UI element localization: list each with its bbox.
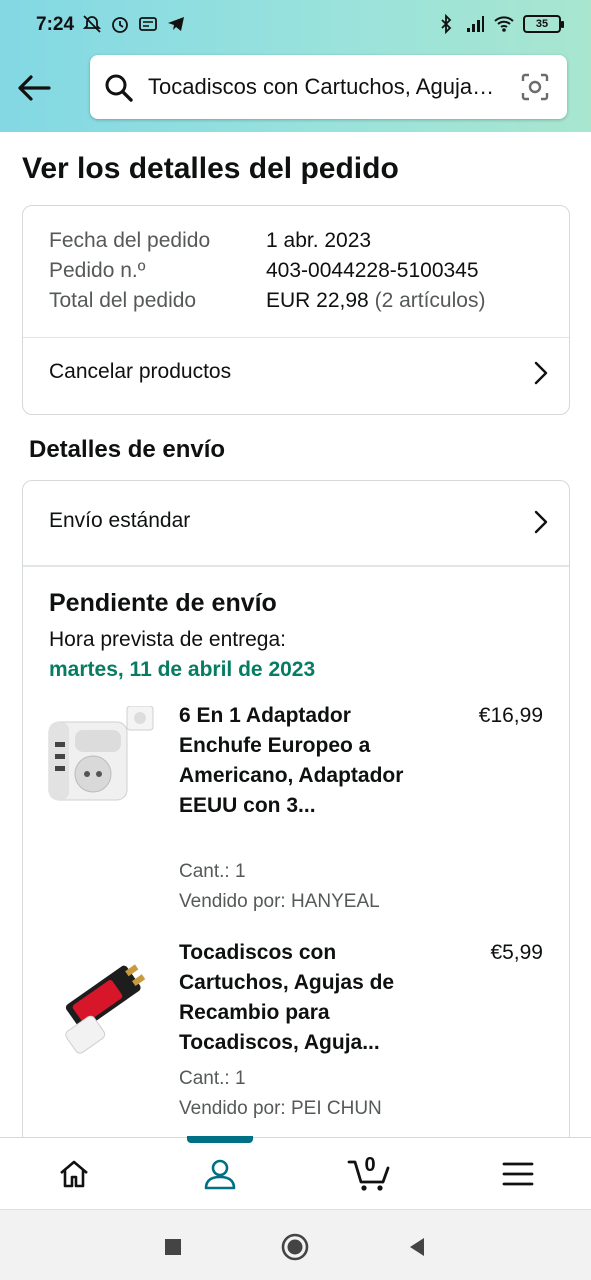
tab-menu[interactable] <box>444 1138 591 1210</box>
chevron-right-icon <box>534 361 548 385</box>
shipping-method-label: Envío estándar <box>49 509 191 532</box>
recents-button[interactable] <box>158 1232 188 1262</box>
product-image-adapter[interactable] <box>47 706 159 818</box>
notifications-off-icon <box>82 15 102 33</box>
signal-icon <box>467 16 484 32</box>
order-total-items: (2 artículos) <box>374 289 486 312</box>
item-price: €5,99 <box>490 941 543 964</box>
item-seller: Vendido por: HANYEAL <box>179 891 380 912</box>
bluetooth-icon <box>441 14 452 34</box>
cancel-products-link[interactable]: Cancelar productos <box>23 338 569 408</box>
status-time: 7:24 <box>36 14 75 35</box>
tab-home[interactable] <box>0 1138 148 1210</box>
order-total-amount: EUR 22,98 <box>266 289 369 312</box>
camera-search-icon[interactable] <box>519 71 551 103</box>
tab-cart[interactable]: 0 <box>295 1138 443 1210</box>
cart-count-badge: 0 <box>364 1154 376 1176</box>
order-number-label: Pedido n.º <box>49 259 146 282</box>
shipment-status-title: Pendiente de envío <box>49 589 277 617</box>
circle-icon <box>281 1233 309 1261</box>
shipping-card: Envío estándar Pendiente de envío Hora p… <box>22 480 570 1180</box>
item-price: €16,99 <box>478 704 543 727</box>
shipping-section-title: Detalles de envío <box>29 436 226 463</box>
divider <box>23 565 569 567</box>
product-image-cartridge[interactable] <box>47 943 159 1055</box>
delivery-estimate-label: Hora prevista de entrega: <box>49 628 286 651</box>
message-icon <box>139 17 157 31</box>
search-bar[interactable]: Tocadiscos con Cartuchos, Agujas de Reca… <box>90 55 567 119</box>
search-icon <box>105 74 133 102</box>
back-button[interactable] <box>14 68 54 108</box>
cancel-products-label: Cancelar productos <box>49 360 232 383</box>
triangle-back-icon <box>410 1238 424 1256</box>
order-date-value: 1 abr. 2023 <box>266 229 372 252</box>
tab-account[interactable] <box>146 1138 294 1210</box>
item-title[interactable]: 6 En 1 Adaptador Enchufe Europeo a Ameri… <box>179 701 419 821</box>
order-date-label: Fecha del pedido <box>49 229 211 252</box>
order-summary-card: Fecha del pedido 1 abr. 2023 Pedido n.º … <box>22 205 570 415</box>
hamburger-menu-icon <box>502 1162 534 1186</box>
order-number-value: 403-0044228-5100345 <box>266 259 479 282</box>
item-quantity: Cant.: 1 <box>179 1068 246 1089</box>
wifi-icon <box>494 16 514 32</box>
square-icon <box>165 1239 181 1255</box>
item-title[interactable]: Tocadiscos con Cartuchos, Agujas de Reca… <box>179 938 419 1058</box>
home-button[interactable] <box>280 1232 310 1262</box>
battery-indicator: 35 <box>523 15 564 33</box>
arrow-left-icon <box>18 75 51 101</box>
telegram-icon <box>168 17 184 31</box>
search-input[interactable]: Tocadiscos con Cartuchos, Agujas de Reca… <box>148 74 498 100</box>
order-total-value: EUR 22,98 (2 artículos) <box>266 289 485 313</box>
page-title: Ver los detalles del pedido <box>22 152 399 185</box>
person-icon <box>204 1159 236 1190</box>
back-nav-button[interactable] <box>402 1232 432 1262</box>
chevron-right-icon <box>534 510 548 534</box>
home-icon <box>60 1160 88 1188</box>
shipping-method-link[interactable]: Envío estándar <box>23 487 569 557</box>
order-total-label: Total del pedido <box>49 289 197 312</box>
alarm-icon <box>112 17 128 33</box>
item-quantity: Cant.: 1 <box>179 861 246 882</box>
delivery-estimate-date: martes, 11 de abril de 2023 <box>49 658 316 681</box>
system-nav-bar <box>0 1209 591 1280</box>
item-seller: Vendido por: PEI CHUN <box>179 1098 382 1119</box>
status-bar: 7:24 35 <box>0 0 591 52</box>
bottom-tab-bar: 0 <box>0 1136 591 1210</box>
app-header: 7:24 35 Tocadiscos con Cartuchos, Agujas… <box>0 0 591 132</box>
